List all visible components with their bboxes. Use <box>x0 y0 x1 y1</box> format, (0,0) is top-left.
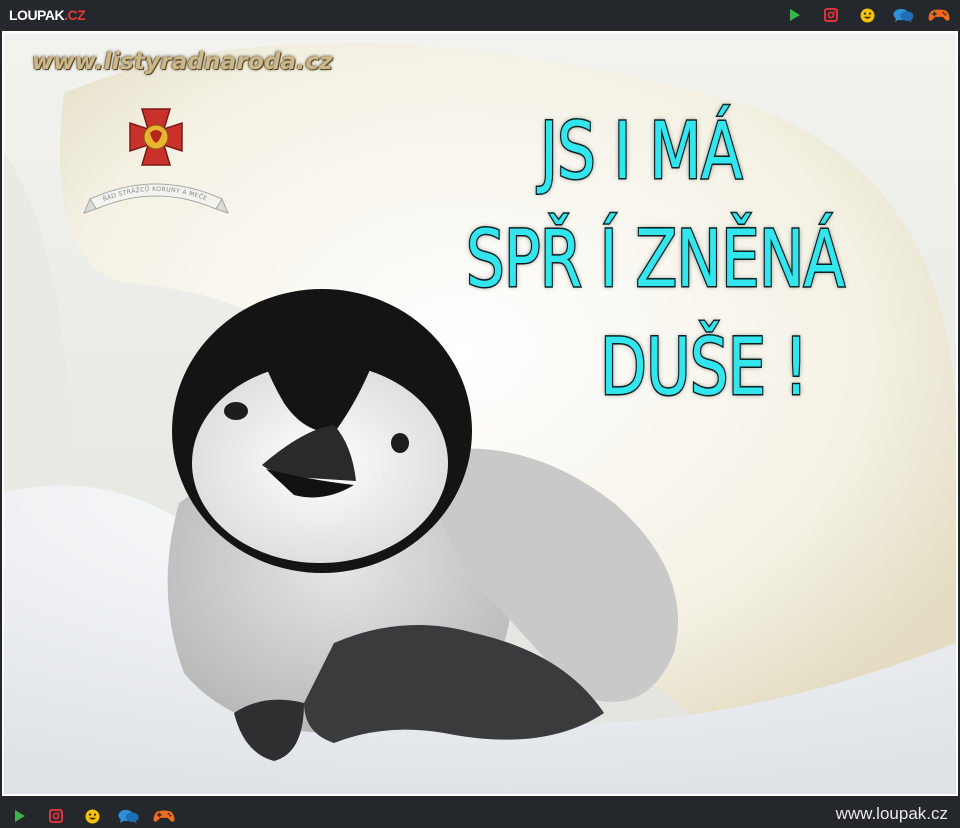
play-icon[interactable] <box>784 5 806 25</box>
logo-suffix: .CZ <box>64 7 86 23</box>
instagram-icon[interactable] <box>820 5 842 25</box>
smiley-icon[interactable] <box>81 806 103 826</box>
penguin-photo: www.listyradnaroda.cz ŘÁD STRÁŽCŮ KORUNY… <box>4 33 956 794</box>
instagram-icon[interactable] <box>45 806 67 826</box>
image-frame: www.listyradnaroda.cz ŘÁD STRÁŽCŮ KORUNY… <box>2 31 958 796</box>
order-seal-icon: ŘÁD STRÁŽCŮ KORUNY A MEČE <box>83 108 229 214</box>
caption-line-2: SPŘ Í ZNĚNÁ <box>465 215 847 305</box>
top-bar: LOUPAK.CZ <box>0 0 960 30</box>
gamepad-icon[interactable] <box>153 806 175 826</box>
smiley-icon[interactable] <box>856 5 878 25</box>
top-icon-bar <box>784 5 950 25</box>
site-logo[interactable]: LOUPAK.CZ <box>9 6 86 24</box>
site-url-link[interactable]: www.loupak.cz <box>836 804 948 824</box>
chat-icon[interactable] <box>117 806 139 826</box>
bottom-icon-bar <box>9 806 175 826</box>
play-icon[interactable] <box>9 806 31 826</box>
caption-line-3: DUŠE ! <box>599 323 810 413</box>
watermark-url: www.listyradnaroda.cz <box>32 49 333 75</box>
gamepad-icon[interactable] <box>928 5 950 25</box>
caption-line-1: JS I MÁ <box>539 107 744 197</box>
logo-main: LOUPAK <box>9 7 65 23</box>
chat-icon[interactable] <box>892 5 914 25</box>
